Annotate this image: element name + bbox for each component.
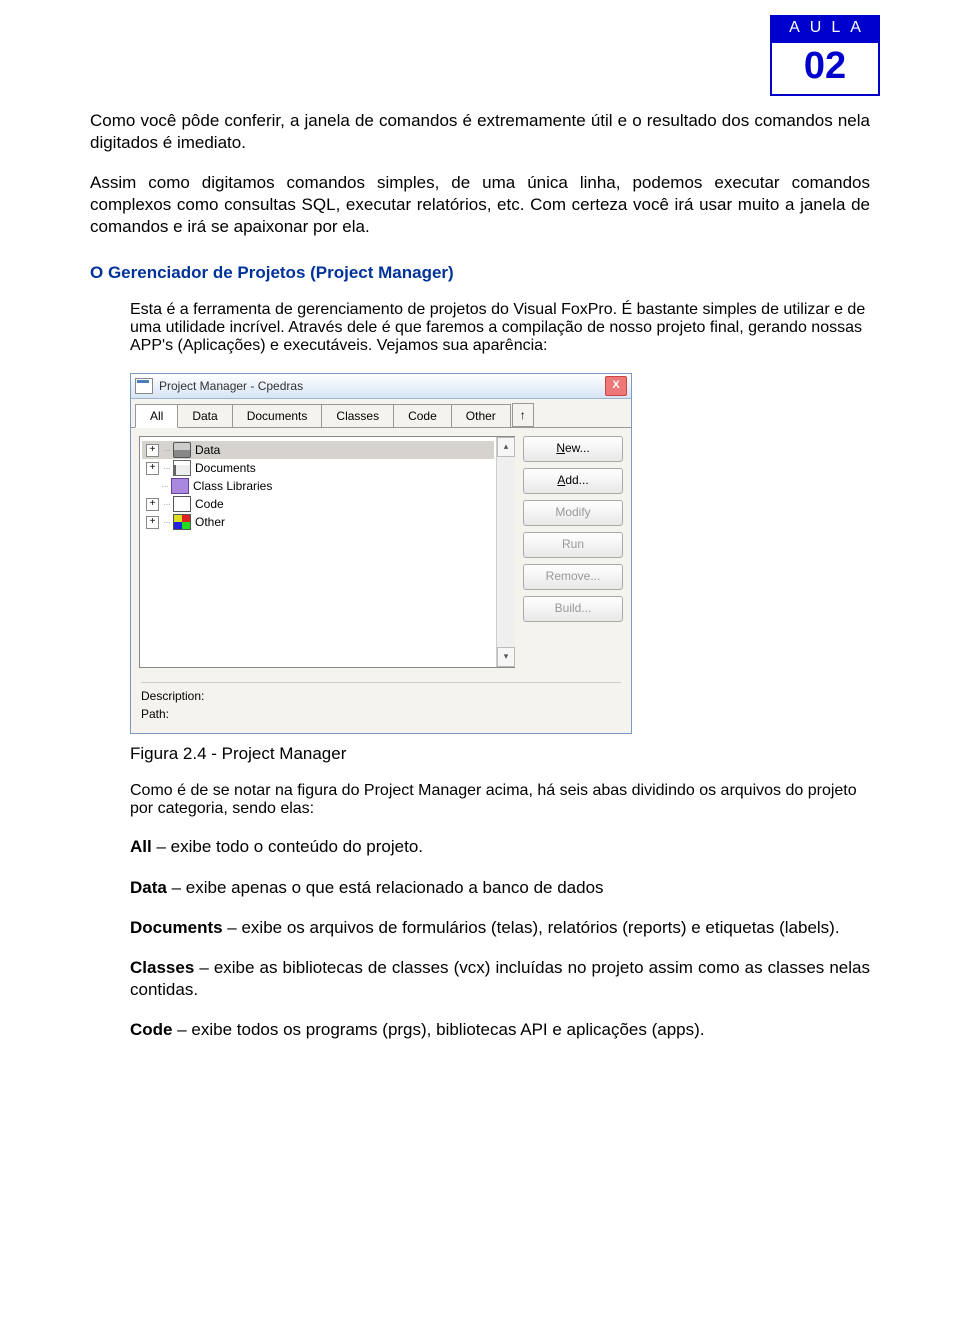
tab-documents[interactable]: Documents [232, 404, 323, 427]
expand-icon[interactable]: + [146, 498, 159, 511]
titlebar[interactable]: Project Manager - Cpedras X [131, 374, 631, 399]
tab-classes[interactable]: Classes [321, 404, 394, 427]
documents-icon [173, 460, 191, 476]
lesson-badge: AULA 02 [770, 15, 880, 96]
aula-number: 02 [770, 41, 880, 96]
tree-label: Code [195, 495, 224, 513]
intro-paragraph-1: Como você pôde conferir, a janela de com… [90, 110, 870, 154]
definition-code: Code – exibe todos os programs (prgs), b… [130, 1019, 870, 1041]
app-icon [135, 378, 153, 394]
expand-icon[interactable]: + [146, 462, 159, 475]
tree-node-class-libraries[interactable]: ··· Class Libraries [142, 477, 494, 495]
collapse-button[interactable]: ↑ [512, 403, 534, 427]
path-label: Path: [141, 705, 621, 723]
aula-label: AULA [770, 15, 880, 41]
definition-classes: Classes – exibe as bibliotecas de classe… [130, 957, 870, 1001]
tree-node-data[interactable]: + ··· Data [142, 441, 494, 459]
section-description: Esta é a ferramenta de gerenciamento de … [130, 301, 870, 355]
scrollbar[interactable]: ▴ ▾ [496, 437, 515, 667]
new-button[interactable]: NNew...ew... [523, 436, 623, 462]
tab-code[interactable]: Code [393, 404, 452, 427]
tab-other[interactable]: Other [451, 404, 511, 427]
tree-label: Other [195, 513, 225, 531]
other-icon [173, 514, 191, 530]
code-icon [173, 496, 191, 512]
add-button[interactable]: Add... [523, 468, 623, 494]
scroll-up-icon[interactable]: ▴ [497, 437, 515, 457]
scroll-down-icon[interactable]: ▾ [497, 647, 515, 667]
modify-button[interactable]: Modify [523, 500, 623, 526]
expand-icon [146, 481, 157, 492]
description-label: Description: [141, 687, 621, 705]
definition-documents: Documents – exibe os arquivos de formulá… [130, 917, 870, 939]
class-libraries-icon [171, 478, 189, 494]
intro-paragraph-2: Assim como digitamos comandos simples, d… [90, 172, 870, 238]
tab-data[interactable]: Data [177, 404, 232, 427]
definition-data: Data – exibe apenas o que está relaciona… [130, 877, 870, 899]
tree-label: Documents [195, 459, 256, 477]
after-figure-paragraph: Como é de se notar na figura do Project … [130, 782, 870, 818]
tree-node-code[interactable]: + ··· Code [142, 495, 494, 513]
remove-button[interactable]: Remove... [523, 564, 623, 590]
tabs-bar: All Data Documents Classes Code Other ↑ [131, 399, 631, 428]
expand-icon[interactable]: + [146, 516, 159, 529]
tree-view[interactable]: + ··· Data + ··· Documents [139, 436, 515, 668]
data-icon [173, 442, 191, 458]
build-button[interactable]: Build... [523, 596, 623, 622]
tab-all[interactable]: All [135, 404, 178, 428]
definition-all: All – exibe todo o conteúdo do projeto. [130, 836, 870, 858]
window-title: Project Manager - Cpedras [159, 379, 605, 393]
project-manager-window: Project Manager - Cpedras X All Data Doc… [130, 373, 632, 734]
run-button[interactable]: Run [523, 532, 623, 558]
tree-label: Class Libraries [193, 477, 272, 495]
close-icon[interactable]: X [605, 376, 627, 396]
tree-label: Data [195, 441, 220, 459]
tree-node-other[interactable]: + ··· Other [142, 513, 494, 531]
figure-caption: Figura 2.4 - Project Manager [130, 744, 870, 764]
section-title: O Gerenciador de Projetos (Project Manag… [90, 263, 870, 283]
expand-icon[interactable]: + [146, 444, 159, 457]
project-manager-figure: Project Manager - Cpedras X All Data Doc… [130, 373, 870, 734]
info-panel: Description: Path: [131, 676, 631, 733]
tree-node-documents[interactable]: + ··· Documents [142, 459, 494, 477]
